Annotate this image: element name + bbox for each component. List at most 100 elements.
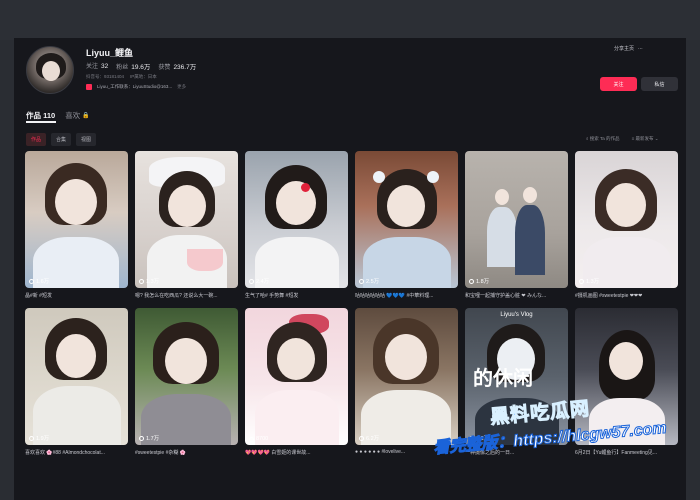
tab-works[interactable]: 作品 110 <box>26 110 55 121</box>
heart-icon <box>469 278 474 284</box>
figure-body-2 <box>515 205 545 275</box>
heart-icon <box>359 278 364 284</box>
like-count: 2.4万 <box>249 277 269 285</box>
video-card[interactable]: 1.8万 和宝哩一起捕守护盖心脏 ❤ みんな... <box>465 151 568 299</box>
figure-face <box>387 185 425 227</box>
video-thumbnail: 1.3万 <box>575 151 678 288</box>
video-caption: #摄机画图 #sweetestpie ❤❤❤ <box>575 293 643 299</box>
video-thumbnail: 6.2万 <box>355 308 458 445</box>
red-hair-clip <box>301 183 310 192</box>
video-thumbnail: 1.9万 <box>25 308 128 445</box>
figure-face <box>606 183 646 227</box>
video-thumbnail: 2.5万 <box>355 151 458 288</box>
ip-location: IP属地：日本 <box>130 74 157 79</box>
figure-face <box>609 342 643 380</box>
like-count: 6.2万 <box>359 434 379 442</box>
like-count: 1.3万 <box>579 277 599 285</box>
sort-dropdown[interactable]: ≡ 最新发布 ⌄ <box>632 136 659 142</box>
vlog-overlay-text: 的休闲 <box>473 368 533 390</box>
video-thumbnail: 2.4万 <box>245 151 348 288</box>
vlog-title: Liyuu's Vlog <box>500 312 533 318</box>
heart-icon <box>139 278 144 284</box>
video-card[interactable]: 1.9万 喜欢喜欢 🌸#88 #Almondchocolat... <box>25 308 128 456</box>
douyin-id: 抖音号：93181404 <box>86 74 125 79</box>
video-card[interactable]: 2.4万 生气了哈# 手势舞 #短发 <box>245 151 348 299</box>
work-filters: 作品 合集 视图 <box>26 133 97 146</box>
like-count: 1.8万 <box>469 277 489 285</box>
like-count: 1.3万 <box>139 277 159 285</box>
video-card[interactable]: 1.3万 嗯? 我怎么在吃西瓜? 还说么大一碗... <box>135 151 238 299</box>
filter-collections[interactable]: 合集 <box>51 133 72 146</box>
bio-more-link[interactable]: 更多 <box>177 84 186 90</box>
grid-tools: ⌕ 搜索 Ta 的作品 ≡ 最新发布 ⌄ <box>586 136 659 142</box>
search-works[interactable]: ⌕ 搜索 Ta 的作品 <box>586 136 620 142</box>
watermelon-bowl <box>187 249 223 271</box>
heart-icon <box>249 278 254 284</box>
lock-icon: 🔒 <box>82 113 90 119</box>
video-caption: 咕咕咕咕咕咕 💙💙💙 #中華料理... <box>355 293 434 299</box>
video-caption: 6月2日【Yu鲤鱼行】Fanmeeting见... <box>575 450 657 456</box>
video-caption: 生气了哈# 手势舞 #短发 <box>245 293 299 299</box>
avatar[interactable] <box>26 46 74 94</box>
stat-likes: 获赞 236.7万 <box>158 64 197 71</box>
video-caption: 💖💖💖💖 白雪姬的课世故... <box>245 450 311 456</box>
video-card[interactable]: 2.5万 咕咕咕咕咕咕 💙💙💙 #中華料理... <box>355 151 458 299</box>
like-count: 1.6万 <box>29 277 49 285</box>
tiktok-icon <box>86 84 92 90</box>
tab-likes[interactable]: 喜欢 <box>65 110 80 121</box>
video-caption: 和宝哩一起捕守护盖心脏 ❤ みんな... <box>465 293 547 299</box>
figure-face <box>276 181 316 225</box>
profile-stats: 关注 32 粉丝 19.6万 获赞 236.7万 <box>86 61 196 71</box>
heart-icon <box>579 278 584 284</box>
video-caption: 喜欢喜欢 🌸#88 #Almondchocolat... <box>25 450 105 456</box>
more-icon[interactable]: ⋯ <box>638 46 643 52</box>
video-caption: 晶#新 #短发 <box>25 293 52 299</box>
stat-followers[interactable]: 粉丝 19.6万 <box>116 61 150 71</box>
hair-bun-right <box>427 171 439 183</box>
like-count: 8700 <box>249 436 268 442</box>
figure-face-2 <box>523 187 537 203</box>
bio-text: Liyuu_工作联系：LiyuuStudio@163... <box>97 84 173 89</box>
like-count: 1.7万 <box>139 434 159 442</box>
share-label: 分享主页 <box>614 46 635 52</box>
heart-icon <box>139 435 144 441</box>
video-caption: 嗯? 我怎么在吃西瓜? 还说么大一碗... <box>135 293 218 299</box>
share-profile-link[interactable]: 分享主页 ⋯ <box>614 45 643 53</box>
figure-face-1 <box>495 189 509 205</box>
like-count: 2.5万 <box>359 277 379 285</box>
video-thumbnail: 8700 <box>245 308 348 445</box>
stat-following[interactable]: 关注 32 <box>86 61 108 71</box>
figure-face <box>168 185 206 227</box>
heart-icon <box>359 435 364 441</box>
profile-tabs: 作品 110 喜欢 🔒 <box>26 110 90 121</box>
active-tab-indicator <box>26 121 56 123</box>
hair-bun-left <box>373 171 385 183</box>
video-card[interactable]: 8700 💖💖💖💖 白雪姬的课世故... <box>245 308 348 456</box>
filter-works[interactable]: 作品 <box>26 133 47 146</box>
profile-bio: Liyuu_工作联系：LiyuuStudio@163... 更多 <box>86 84 186 90</box>
username: Liyuu_鲤鱼 <box>86 48 134 58</box>
outer-top-bar <box>0 0 700 40</box>
video-thumbnail: 1.3万 <box>135 151 238 288</box>
like-count: 1.9万 <box>29 434 49 442</box>
video-thumbnail: 1.8万 <box>465 151 568 288</box>
video-caption: #sweetestpie #杂糊 🌸 <box>135 450 186 456</box>
search-icon: ⌕ <box>586 136 589 141</box>
video-card[interactable]: 1.6万 晶#新 #短发 <box>25 151 128 299</box>
follow-button[interactable]: 关注 <box>600 77 637 91</box>
video-card[interactable]: 1.3万 #摄机画图 #sweetestpie ❤❤❤ <box>575 151 678 299</box>
filter-view[interactable]: 视图 <box>76 133 97 146</box>
figure-face <box>55 179 97 225</box>
sort-icon: ≡ <box>631 136 635 141</box>
video-card[interactable]: 1.7万 #sweetestpie #杂糊 🌸 <box>135 308 238 456</box>
profile-meta: 抖音号：93181404 IP属地：日本 <box>86 74 157 80</box>
message-button[interactable]: 私信 <box>641 77 678 91</box>
figure-body-1 <box>487 207 517 267</box>
heart-icon <box>249 436 254 442</box>
chevron-down-icon: ⌄ <box>654 136 659 141</box>
video-thumbnail: 1.7万 <box>135 308 238 445</box>
figure-face <box>277 338 315 380</box>
figure-face <box>385 334 427 380</box>
heart-icon <box>29 278 34 284</box>
heart-icon <box>29 435 34 441</box>
